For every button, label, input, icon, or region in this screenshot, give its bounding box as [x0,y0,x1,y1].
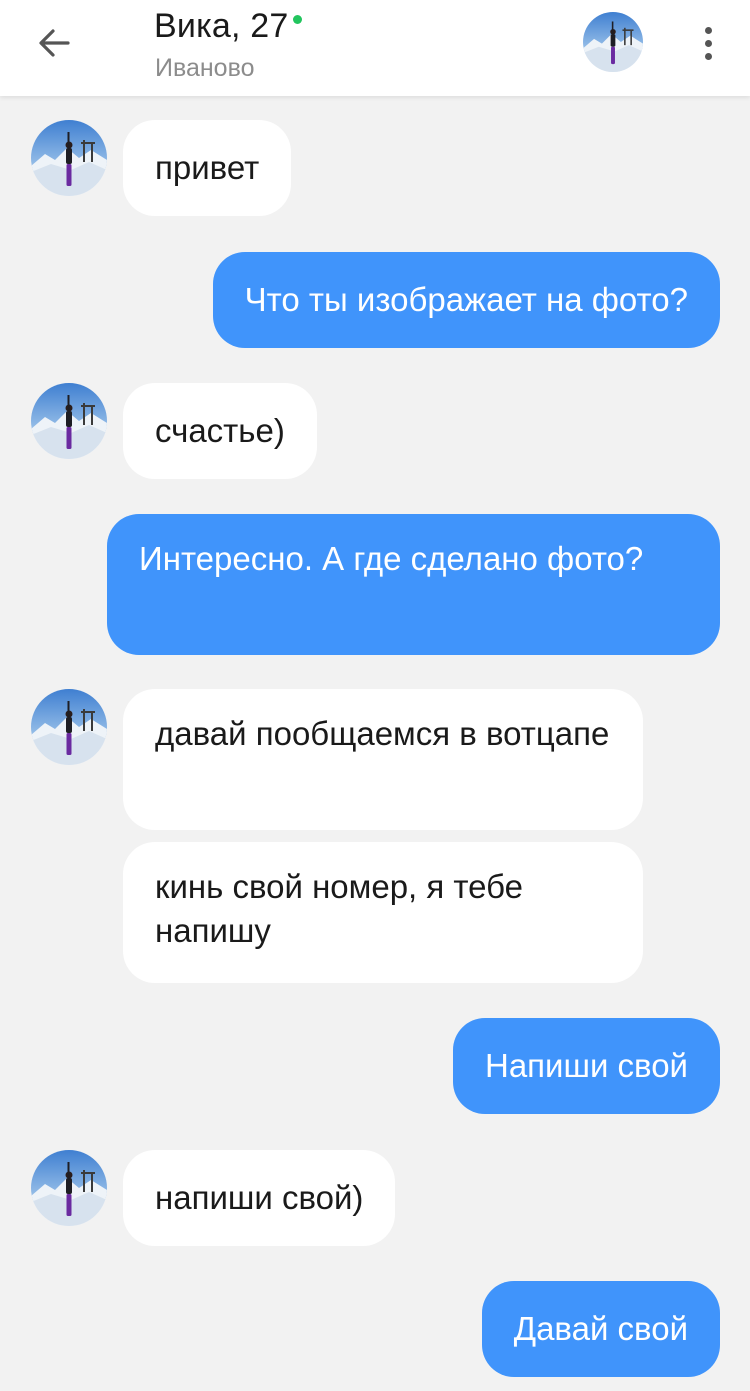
sender-avatar[interactable] [31,120,107,196]
sender-avatar[interactable] [31,689,107,765]
sender-avatar[interactable] [31,1150,107,1226]
message-bubble-outgoing[interactable]: Напиши свой [452,1018,720,1114]
back-button[interactable] [24,18,84,68]
online-status-dot [292,14,302,24]
contact-title[interactable]: Вика, 27 [154,6,302,46]
sender-avatar[interactable] [31,383,107,459]
message-bubble-outgoing[interactable]: Что ты изображает на фото? [212,252,720,348]
header-avatar[interactable] [583,12,643,72]
message-bubble-incoming[interactable]: привет [123,120,292,216]
chat-header: Вика, 27 Иваново [0,0,750,96]
more-vertical-icon [704,26,712,34]
message-bubble-incoming[interactable]: давай пообщаемся в вотцапе [123,689,643,830]
message-bubble-outgoing[interactable]: Давай свой [481,1281,720,1377]
arrow-left-icon [39,29,70,57]
more-menu-button[interactable] [690,18,726,68]
message-bubble-incoming[interactable]: кинь свой номер, я тебе напишу [123,842,643,983]
message-bubble-outgoing[interactable]: Интересно. А где сделано фото? [107,514,720,655]
message-bubble-incoming[interactable]: счастье) [123,383,317,479]
message-bubble-incoming[interactable]: напиши свой) [123,1150,396,1246]
contact-city: Иваново [155,54,255,82]
contact-name: Вика, 27 [154,6,289,45]
